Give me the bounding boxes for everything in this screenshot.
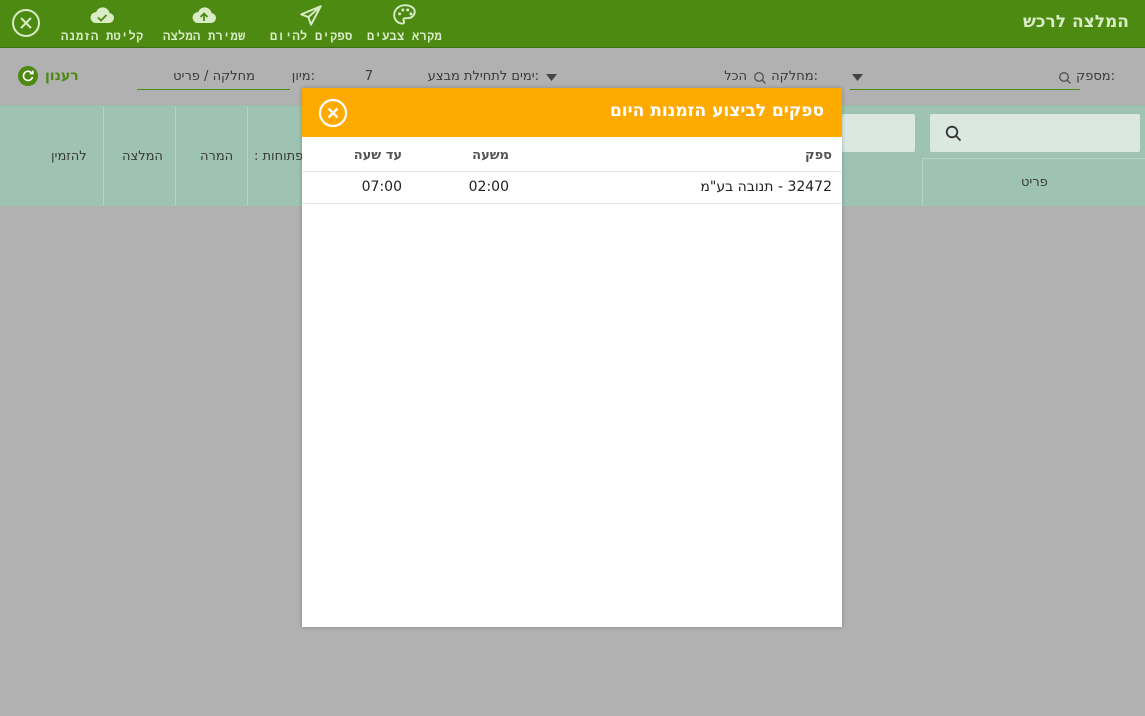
color-legend-label: מקרא צבעים [367, 29, 443, 43]
dialog-col-supplier: ספק [805, 148, 832, 163]
refresh-icon [18, 66, 38, 86]
chevron-down-icon[interactable] [852, 74, 863, 81]
days-to-promo-value[interactable]: 7 [365, 69, 373, 84]
days-to-promo-label: ימים לתחילת מבצע: [427, 69, 539, 84]
col-recommendation-label: המלצה [122, 149, 163, 164]
secondary-search-input[interactable] [842, 114, 915, 152]
refresh-button[interactable]: רענון [17, 65, 79, 87]
save-recommendation-button[interactable]: שמירת המלצה [163, 3, 246, 44]
col-conversion-label: המרה [200, 149, 234, 164]
refresh-label: רענון [45, 68, 79, 84]
close-dialog-icon[interactable] [318, 98, 348, 128]
save-recommendation-label: שמירת המלצה [163, 29, 246, 43]
order-intake-label: קליטת הזמנה [61, 29, 144, 43]
dialog-col-to-hour: עד שעה [353, 148, 402, 163]
col-to-order[interactable]: להזמין [0, 106, 103, 206]
suppliers-today-button[interactable]: ספקים להיום [270, 3, 353, 44]
top-bar: המלצה לרכש מקרא צבעים ספקים להיום שמירת … [0, 0, 1145, 48]
row-from-hour: 02:00 [468, 179, 509, 195]
palette-icon [392, 4, 416, 25]
sort-underline [137, 89, 290, 90]
close-app-icon[interactable] [11, 8, 41, 38]
send-icon [300, 5, 322, 26]
suppliers-today-label: ספקים להיום [270, 29, 353, 43]
row-to-hour: 07:00 [361, 179, 402, 195]
sort-value[interactable]: מחלקה / פריט [173, 69, 255, 84]
col-open[interactable]: : פתוחות [247, 106, 303, 206]
col-open-label: : פתוחות [254, 149, 304, 164]
app-title: המלצה לרכש [1022, 12, 1129, 32]
chevron-down-icon[interactable] [546, 74, 557, 81]
cloud-check-icon [90, 7, 115, 23]
dialog-col-from-hour: משעה [472, 148, 509, 163]
search-icon [945, 125, 962, 142]
item-search-input[interactable] [930, 114, 1140, 152]
col-recommendation[interactable]: המלצה [103, 106, 176, 206]
supplier-filter-underline [850, 89, 1080, 90]
department-filter-value[interactable]: הכל [724, 69, 747, 84]
color-legend-button[interactable]: מקרא צבעים [367, 3, 442, 44]
col-conversion[interactable]: המרה [175, 106, 248, 206]
suppliers-today-dialog: ספקים לביצוע הזמנות היום ספק משעה עד שעה… [302, 88, 842, 627]
header-divider [922, 158, 923, 206]
table-row[interactable]: 32472 - תנובה בע"מ 02:00 07:00 [302, 171, 842, 204]
search-icon [753, 71, 766, 84]
dialog-title: ספקים לביצוע הזמנות היום [609, 101, 824, 121]
header-divider [922, 158, 1145, 159]
supplier-filter-input[interactable] [850, 66, 1080, 88]
supplier-filter-label: מספק: [1076, 69, 1115, 84]
dialog-header: ספקים לביצוע הזמנות היום [302, 88, 842, 137]
cloud-upload-icon [192, 7, 217, 23]
col-item[interactable]: פריט [1021, 175, 1048, 190]
sort-label: מיון: [291, 69, 315, 84]
department-filter-label: מחלקה: [771, 69, 818, 84]
order-intake-button[interactable]: קליטת הזמנה [61, 3, 144, 44]
col-to-order-label: להזמין [51, 149, 87, 164]
row-supplier: 32472 - תנובה בע"מ [700, 179, 832, 195]
